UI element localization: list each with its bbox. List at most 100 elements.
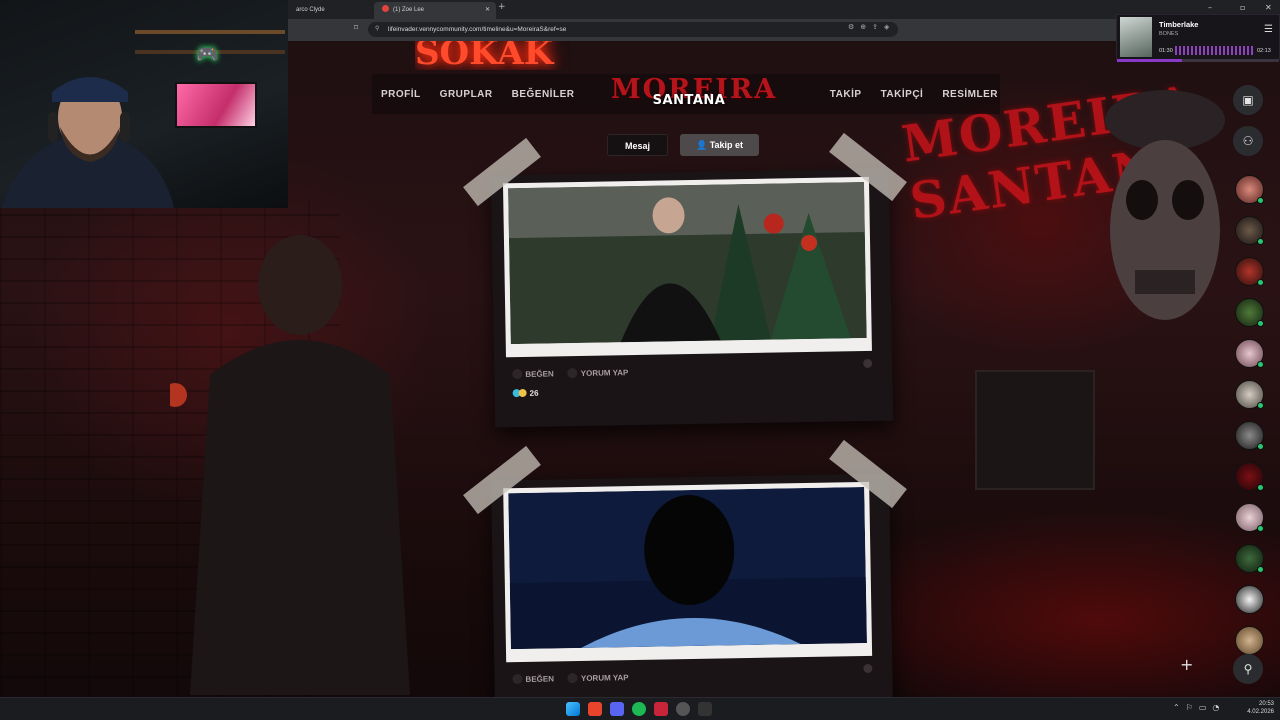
timeline-post: BEĞEN YORUM YAP xyxy=(491,473,893,711)
group-add-icon[interactable]: ⚇ xyxy=(1233,126,1263,156)
new-tab-button[interactable]: + xyxy=(498,2,506,12)
online-indicator xyxy=(1257,279,1264,286)
clock-date: 4.02.2026 xyxy=(1247,709,1274,715)
comment-button[interactable]: YORUM YAP xyxy=(567,672,629,684)
system-tray-icons[interactable]: ⌃⚐▭◔ xyxy=(1173,703,1225,712)
search-friends-icon[interactable]: ⚲ xyxy=(1233,654,1263,684)
start-icon[interactable] xyxy=(566,702,580,716)
minimize-button[interactable]: – xyxy=(1208,3,1212,12)
nav-likes[interactable]: BEĞENİLER xyxy=(512,89,575,100)
reaction-summary[interactable]: 26 xyxy=(512,388,539,398)
friend-avatar[interactable] xyxy=(1235,298,1264,327)
online-indicator xyxy=(1257,566,1264,573)
add-icon[interactable]: + xyxy=(1180,655,1193,674)
like-icon xyxy=(512,673,523,685)
site-favicon-icon xyxy=(382,5,389,12)
friend-avatar[interactable] xyxy=(1235,585,1264,614)
skull-mural xyxy=(1105,90,1225,320)
online-indicator xyxy=(1257,402,1264,409)
follow-button[interactable]: 👤 Takip et xyxy=(680,134,759,156)
like-button[interactable]: BEĞEN xyxy=(512,368,554,380)
tab-label: (1) Zoe Lee xyxy=(393,7,425,13)
tab-label: arco Clyde xyxy=(296,7,325,13)
progress-fill xyxy=(1117,59,1182,62)
friend-avatar[interactable] xyxy=(1235,339,1264,368)
trash-bin xyxy=(975,370,1095,490)
friend-avatar[interactable] xyxy=(1235,421,1264,450)
like-label: BEĞEN xyxy=(525,674,555,684)
spotify-icon[interactable] xyxy=(632,702,646,716)
close-window-button[interactable]: ✕ xyxy=(1265,3,1272,12)
app-icon[interactable] xyxy=(698,702,712,716)
url-text: lifeinvader.vennycommunity.com/timeline&… xyxy=(388,26,567,33)
webcam-overlay: 🎮 xyxy=(0,0,288,208)
logo-surname: SANTANA xyxy=(652,93,726,108)
chat-icon[interactable]: ▣ xyxy=(1233,85,1263,115)
nav-profile[interactable]: PROFİL xyxy=(381,89,421,100)
maximize-button[interactable]: ▫ xyxy=(1240,3,1245,12)
comment-button[interactable]: YORUM YAP xyxy=(567,367,629,379)
like-button[interactable]: BEĞEN xyxy=(512,673,555,685)
close-tab-icon[interactable]: ✕ xyxy=(485,2,490,19)
friend-avatar[interactable] xyxy=(1235,257,1264,286)
game-launcher-icon[interactable] xyxy=(654,702,668,716)
post-photo-frame[interactable] xyxy=(502,176,872,358)
friend-avatar[interactable] xyxy=(1235,626,1264,655)
like-icon xyxy=(512,368,523,380)
online-indicator xyxy=(1257,238,1264,245)
friend-avatar[interactable] xyxy=(1235,544,1264,573)
nav-followers[interactable]: TAKİPÇİ xyxy=(881,89,924,100)
friend-avatar[interactable] xyxy=(1235,503,1264,532)
online-indicator xyxy=(1257,361,1264,368)
streamer xyxy=(1,77,174,208)
reaction-icon xyxy=(518,388,527,398)
taskbar: ⌃⚐▭◔ 20:53 4.02.2026 xyxy=(0,697,1280,720)
site-info-icon[interactable]: ⚲ xyxy=(375,22,379,37)
post-photo xyxy=(508,181,867,345)
browser-icon[interactable] xyxy=(588,702,602,716)
nav-groups[interactable]: GRUPLAR xyxy=(440,89,493,100)
online-indicator xyxy=(1257,525,1264,532)
address-bar-actions-icon[interactable]: ⚙⊕⇪◈ xyxy=(848,23,895,31)
online-indicator xyxy=(1257,197,1264,204)
online-indicator xyxy=(1257,443,1264,450)
browser-tab-active[interactable]: (1) Zoe Lee ✕ xyxy=(374,2,496,19)
progress-bar[interactable] xyxy=(1117,59,1279,62)
post-actions: BEĞEN YORUM YAP xyxy=(512,367,629,380)
profile-logo: MOREIRA SANTANA xyxy=(594,76,794,114)
obs-icon[interactable] xyxy=(676,702,690,716)
clock-time: 20:53 xyxy=(1258,701,1274,707)
message-button[interactable]: Mesaj xyxy=(607,134,668,156)
online-indicator xyxy=(1257,320,1264,327)
now-playing-widget[interactable]: Timberlake BONES 01:30 02:13 xyxy=(1116,14,1280,62)
post-menu-icon[interactable] xyxy=(863,358,873,369)
friend-avatar[interactable] xyxy=(1235,462,1264,491)
browser-tab[interactable]: arco Clyde xyxy=(288,2,370,19)
like-label: BEĞEN xyxy=(525,369,554,379)
follow-label: Takip et xyxy=(709,140,744,150)
smoking-man-illustration xyxy=(170,235,410,695)
desktop: SOKAK MOREIRA SANTANA 🎮 arco Clyde (1) Z… xyxy=(0,0,1280,720)
post-menu-icon[interactable] xyxy=(863,663,873,674)
nav-photos[interactable]: RESİMLER xyxy=(942,89,998,100)
track-duration: 02:13 xyxy=(1257,48,1271,54)
album-cover xyxy=(1120,17,1152,57)
neon-sign: SOKAK xyxy=(415,36,554,70)
friend-avatar[interactable] xyxy=(1235,216,1264,245)
tv-screen xyxy=(175,82,257,128)
clock[interactable]: 20:53 4.02.2026 xyxy=(1240,700,1274,716)
discord-icon[interactable] xyxy=(610,702,624,716)
track-title: Timberlake xyxy=(1159,20,1199,29)
track-artist: BONES xyxy=(1159,31,1179,37)
friend-avatar[interactable] xyxy=(1235,175,1264,204)
friend-avatar[interactable] xyxy=(1235,380,1264,409)
online-indicator xyxy=(1257,484,1264,491)
gamepad-icon: 🎮 xyxy=(196,44,219,65)
post-photo-frame[interactable] xyxy=(503,481,873,663)
address-bar[interactable]: ⚲ lifeinvader.vennycommunity.com/timelin… xyxy=(368,22,898,37)
bookmark-icon[interactable]: ⌑ xyxy=(354,23,358,32)
post-actions: BEĞEN YORUM YAP xyxy=(512,672,629,685)
menu-icon[interactable]: ☰ xyxy=(1264,24,1273,35)
nav-following[interactable]: TAKİP xyxy=(830,89,862,100)
comment-label: YORUM YAP xyxy=(580,368,629,378)
